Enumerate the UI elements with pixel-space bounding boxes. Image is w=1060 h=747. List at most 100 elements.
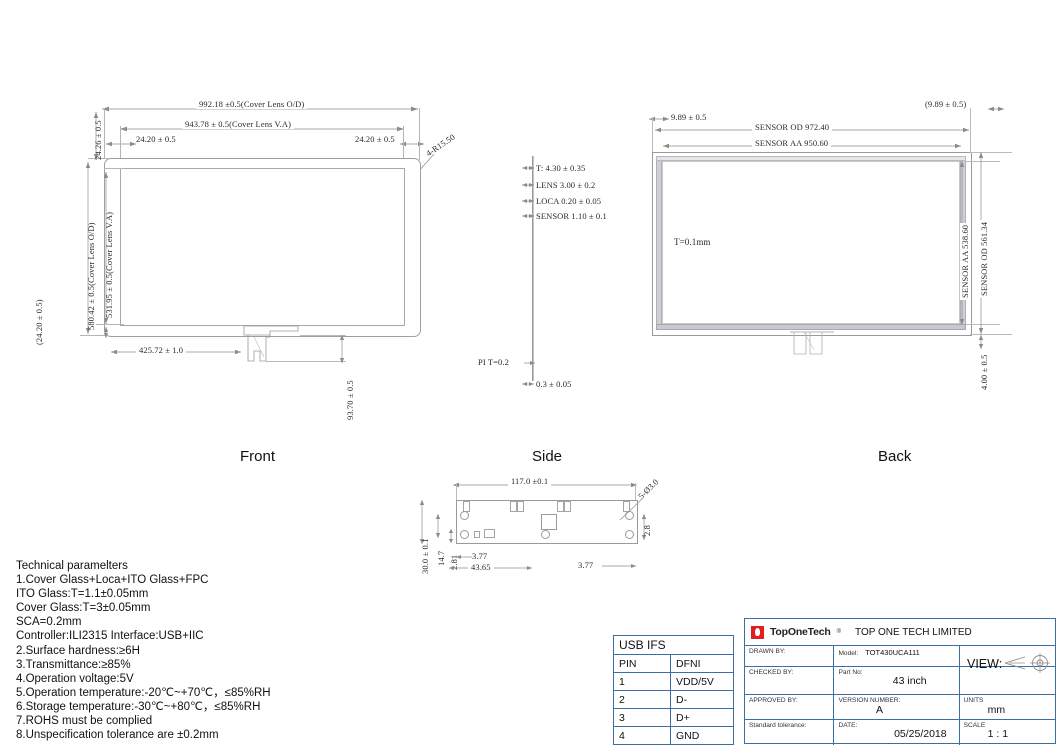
usb-table-title: USB IFS — [613, 635, 734, 655]
front-ext-right-inner — [403, 126, 404, 160]
brand-short-name: TopOneTech — [770, 626, 831, 638]
back-left-inset-label: 9.89 ± 0.5 — [671, 112, 707, 122]
side-pi-arrow — [524, 361, 535, 365]
side-total-thickness-label: T: 4.30 ± 0.35 — [536, 163, 586, 173]
brand-registered-mark: ® — [836, 629, 842, 635]
usb-table-header-pin: PIN — [613, 654, 671, 673]
pcb-d1-dimline — [435, 514, 441, 538]
front-radius-leader — [417, 153, 435, 173]
units-value: mm — [987, 704, 1006, 716]
part-no-value: 43 inch — [892, 675, 927, 687]
back-right-inset-label: (9.89 ± 0.5) — [925, 99, 967, 109]
front-ext-left-inner — [120, 126, 121, 160]
front-fpc-tail — [243, 325, 299, 362]
back-sensor-od-v-label: SENSOR OD 561.34 — [979, 219, 989, 298]
pcb-mounting-hole — [625, 530, 634, 539]
front-left-od-label: 580.42 ± 0.5(Cover Lens O/D) — [86, 222, 96, 330]
pcb-d3-label: 3.77 — [472, 551, 488, 561]
title-block-row-tolerance: Standard tolerance: DATE: 05/25/2018 SCA… — [745, 720, 1055, 745]
scale-value: 1 : 1 — [987, 728, 1009, 740]
front-left-bottom-inset-label: (24.20 ± 0.5) — [34, 299, 44, 345]
side-bottom-label: 0.3 ± 0.05 — [536, 379, 572, 389]
usb-pin-signal: D- — [670, 690, 734, 709]
pcb-small-part — [484, 529, 495, 538]
pcb-mounting-hole — [460, 530, 469, 539]
usb-ifs-table: USB IFS PIN DFNI 1 VDD/5V 2 D- 3 D+ 4 GN… — [613, 635, 734, 745]
view-label: VIEW: — [967, 657, 1003, 671]
drawn-by-cell: DRAWN BY: — [745, 646, 835, 666]
title-block-brand-cell: TopOneTech ® TOP ONE TECH LIMITED — [745, 624, 1055, 641]
usb-pin-signal: D+ — [670, 708, 734, 727]
approved-by-cell: APPROVED BY: — [745, 695, 835, 719]
back-view: 9.89 ± 0.5 (9.89 ± 0.5) SENSOR OD 972.40… — [630, 0, 1060, 465]
date-value: 05/25/2018 — [894, 728, 947, 740]
version-cell: VERSION NUMBER: A — [834, 695, 960, 719]
back-sensor-od-h-label: SENSOR OD 972.40 — [752, 122, 833, 132]
usb-pin-number: 1 — [613, 672, 671, 691]
usb-pin-signal: GND — [670, 726, 734, 745]
pcb-ic-chip — [541, 514, 557, 530]
front-top-va-label: 943.78 ± 0.5(Cover Lens V.A) — [182, 119, 295, 129]
pcb-d2-dimline — [448, 529, 454, 543]
back-view-label: Back — [878, 448, 912, 465]
usb-pin-number: 3 — [613, 708, 671, 727]
side-view-label: Side — [532, 448, 563, 465]
front-ext-right-outer — [419, 108, 420, 160]
units-cell: UNITS mm — [960, 695, 1055, 719]
back-sensor-aa-h-label: SENSOR AA 950.60 — [752, 138, 832, 148]
usb-pin-number: 2 — [613, 690, 671, 709]
pcb-d1-label: 14.7 — [436, 550, 446, 566]
version-label: VERSION NUMBER: — [838, 697, 901, 704]
technical-parameters-line: ITO Glass:T=1.1±0.05mm — [16, 588, 149, 601]
technical-parameters-line: SCA=0.2mm — [16, 616, 82, 629]
checked-by-label: CHECKED BY: — [749, 669, 794, 676]
pcb-mounting-hole — [541, 530, 550, 539]
side-loca-label: LOCA 0.20 ± 0.05 — [536, 196, 602, 206]
drawn-by-label: DRAWN BY: — [749, 648, 786, 655]
front-top-od-label: 992.18 ±0.5(Cover Lens O/D) — [196, 99, 308, 109]
model-label: Model: — [838, 650, 859, 657]
front-viewing-area — [120, 168, 405, 326]
back-ext-left — [652, 118, 653, 156]
side-sensor-label: SENSOR 1.10 ± 0.1 — [536, 211, 607, 221]
front-left-bottom-inset-dimline — [103, 327, 109, 338]
pcb-pad — [517, 501, 524, 512]
title-block: TopOneTech ® TOP ONE TECH LIMITED DRAWN … — [744, 618, 1056, 745]
pcb-d5-dimline — [602, 564, 636, 568]
back-ext-right — [970, 108, 971, 156]
version-value: A — [876, 704, 884, 716]
technical-parameters-title: Technical paramelters — [16, 560, 128, 572]
pcb-pad — [564, 501, 571, 512]
technical-parameters-line: 5.Operation temperature:-20℃~+70℃，≤85%RH — [16, 686, 271, 699]
pcb-ext-left-top — [456, 483, 457, 500]
front-fpc-length-dimline — [339, 335, 345, 363]
front-top-left-inset-label: 24.20 ± 0.5 — [136, 134, 176, 144]
front-ext-left-outer — [104, 108, 105, 158]
technical-parameters-block: Technical paramelters 1.Cover Glass+Loca… — [16, 559, 271, 742]
front-fpc-offset-label: 425.72 ± 1.0 — [136, 345, 187, 355]
standard-tolerance-cell: Standard tolerance: — [745, 720, 835, 745]
usb-pin-signal: VDD/5V — [670, 672, 734, 691]
scale-cell: SCALE 1 : 1 — [960, 720, 1055, 745]
pcb-pad — [510, 501, 517, 512]
standard-tolerance-label: Standard tolerance: — [749, 722, 807, 729]
technical-parameters-line: 1.Cover Glass+Loca+ITO Glass+FPC — [16, 574, 209, 587]
front-top-left-inset-dimline — [106, 141, 136, 147]
usb-table-header-dfni: DFNI — [670, 654, 734, 673]
front-left-va-label: 531.95 ± 0.5(Cover Lens V.A) — [104, 211, 114, 318]
pcb-detail-view: 117.0 ±0.1 5-Ø3.0 30.0 ± 0.1 14.7 2.81 3… — [410, 470, 700, 590]
part-no-cell: Part No: 43 inch — [834, 667, 960, 694]
pcb-mounting-hole — [460, 511, 469, 520]
technical-parameters-line: Controller:ILI2315 Interface:USB+IIC — [16, 630, 204, 643]
brand-full-name: TOP ONE TECH LIMITED — [855, 626, 972, 638]
back-bottom-inset-dimline — [978, 335, 984, 349]
back-thickness-note: T=0.1mm — [674, 237, 711, 247]
side-view: T: 4.30 ± 0.35 LENS 3.00 ± 0.2 LOCA 0.20… — [470, 0, 650, 465]
pcb-d6-label: 2.8 — [642, 525, 652, 536]
usb-pin-number: 4 — [613, 726, 671, 745]
front-view: 992.18 ±0.5(Cover Lens O/D) 943.78 ± 0.5… — [0, 0, 470, 465]
date-cell: DATE: 05/25/2018 — [834, 720, 960, 745]
first-angle-projection-icon — [1004, 653, 1050, 673]
technical-parameters-line: 3.Transmittance:≥85% — [16, 658, 131, 671]
model-cell: Model: TOT430UCA111 — [834, 646, 960, 666]
